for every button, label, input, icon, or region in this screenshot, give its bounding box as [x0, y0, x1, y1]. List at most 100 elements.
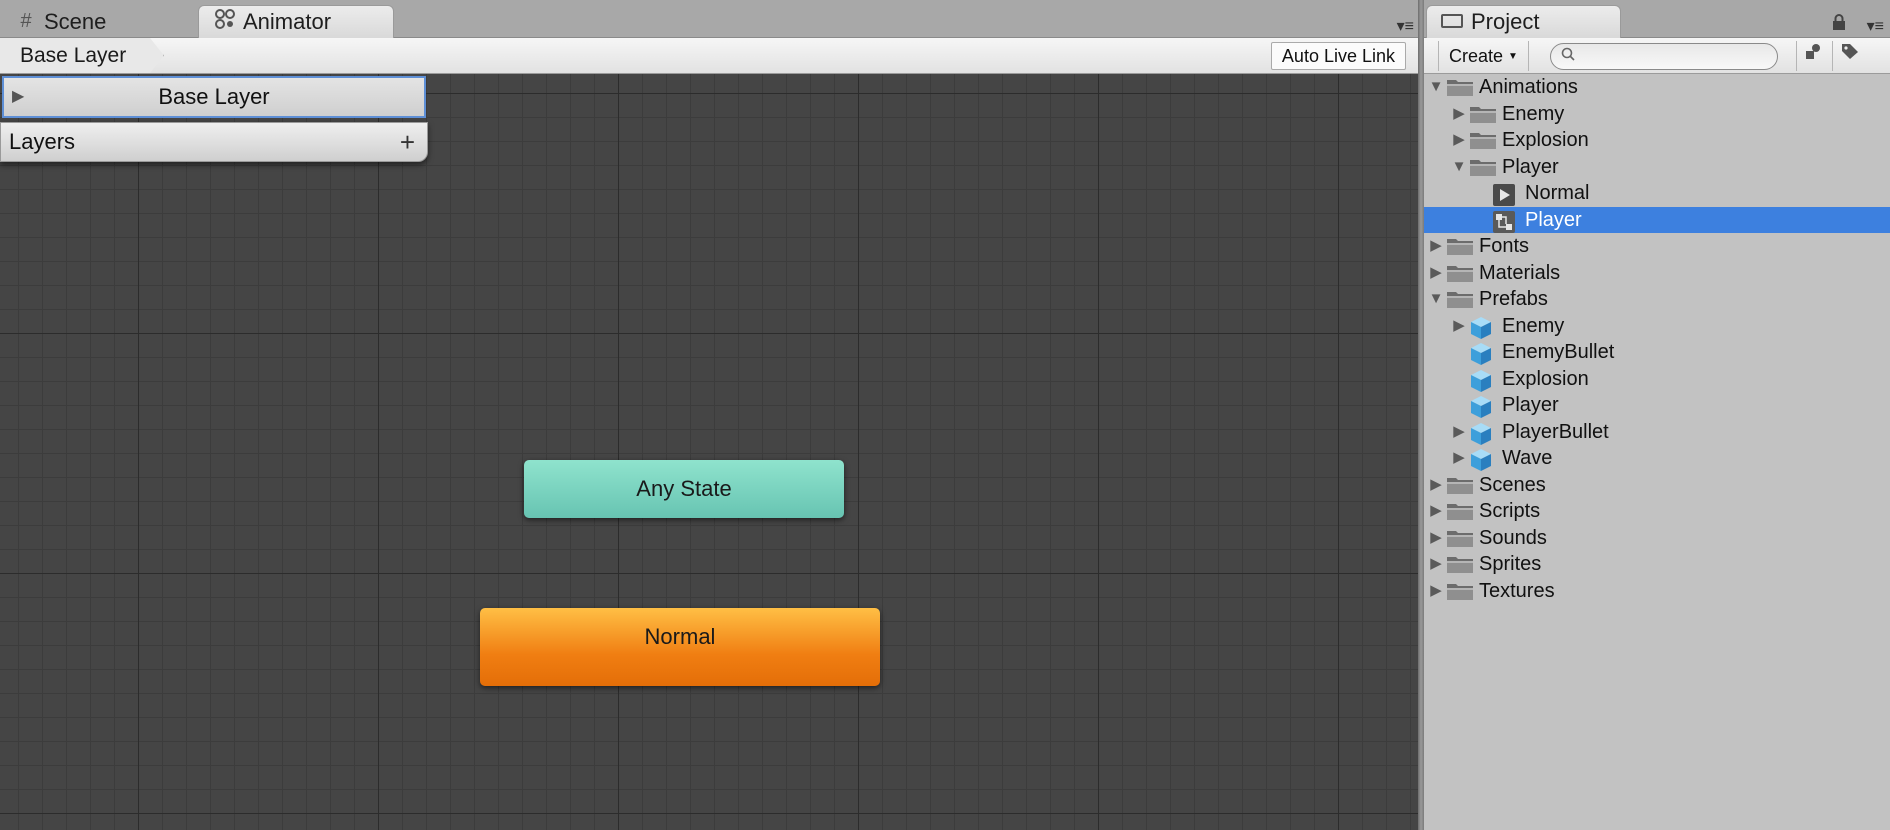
animation-clip-icon [1492, 183, 1520, 206]
collapsed-triangle-icon[interactable]: ▶ [1428, 578, 1444, 605]
tree-item-label: Player [1502, 394, 1559, 416]
search-input[interactable] [1550, 43, 1778, 70]
tree-item-label: Wave [1502, 447, 1553, 469]
lock-icon[interactable] [1832, 14, 1846, 35]
collapsed-triangle-icon[interactable]: ▶ [1451, 313, 1467, 340]
collapsed-triangle-icon[interactable]: ▶ [1428, 233, 1444, 260]
tree-item-enemybullet[interactable]: EnemyBullet [1424, 339, 1890, 366]
tree-item-label: Normal [1525, 182, 1590, 204]
filter-by-type-icon[interactable] [1796, 41, 1830, 71]
tab-scene-label: Scene [44, 8, 107, 34]
layers-header-label: Layers [9, 129, 76, 154]
tree-item-label: Sounds [1479, 526, 1547, 549]
folder-icon [1446, 528, 1474, 548]
tree-item-label: Materials [1479, 261, 1561, 284]
unity-editor: # Scene Animator ▾≡ Base Layer Auto Live… [0, 0, 1890, 830]
folder-icon [1446, 77, 1474, 97]
tree-item-wave[interactable]: ▶ Wave [1424, 445, 1890, 472]
expanded-triangle-icon[interactable]: ▼ [1428, 74, 1444, 101]
collapsed-triangle-icon[interactable]: ▶ [1428, 472, 1444, 499]
tree-item-player[interactable]: ▼ Player [1424, 154, 1890, 181]
tree-item-label: Fonts [1479, 235, 1530, 257]
state-normal[interactable]: Normal [480, 608, 880, 686]
folder-icon [1441, 14, 1463, 28]
add-layer-button[interactable]: + [400, 123, 415, 161]
animator-window: # Scene Animator ▾≡ Base Layer Auto Live… [0, 0, 1420, 830]
tree-item-playerbullet[interactable]: ▶ PlayerBullet [1424, 419, 1890, 446]
folder-icon [1446, 581, 1474, 601]
tree-item-explosion[interactable]: ▶ Explosion [1424, 127, 1890, 154]
tree-item-label: Enemy [1502, 314, 1565, 337]
tree-item-label: PlayerBullet [1502, 420, 1609, 443]
tree-item-label: Scenes [1479, 473, 1546, 496]
tree-item-textures[interactable]: ▶ Textures [1424, 578, 1890, 605]
folder-icon [1446, 289, 1474, 309]
tree-item-normal[interactable]: Normal [1424, 180, 1890, 207]
tree-item-materials[interactable]: ▶ Materials [1424, 260, 1890, 287]
grid-icon: # [20, 10, 32, 32]
folder-icon [1446, 554, 1474, 574]
layer-item-base-layer[interactable]: ▶ Base Layer [2, 76, 426, 118]
auto-live-link-button[interactable]: Auto Live Link [1270, 42, 1406, 70]
expanded-triangle-icon[interactable]: ▼ [1428, 286, 1444, 313]
tree-item-label: Textures [1479, 579, 1555, 602]
animator-tab-bar: # Scene Animator ▾≡ [0, 0, 1420, 38]
tree-item-label: Enemy [1502, 102, 1565, 125]
tree-item-label: Scripts [1479, 500, 1541, 522]
breadcrumb[interactable]: Base Layer [0, 38, 164, 73]
state-label: Any State [636, 476, 732, 501]
tab-animator-label: Animator [243, 9, 332, 34]
collapsed-triangle-icon[interactable]: ▶ [1428, 551, 1444, 578]
collapsed-triangle-icon[interactable]: ▶ [1428, 525, 1444, 552]
tab-project[interactable]: Project [1426, 5, 1621, 38]
collapsed-triangle-icon[interactable]: ▶ [1451, 101, 1467, 128]
animator-toolbar: Base Layer Auto Live Link [0, 38, 1420, 74]
collapsed-triangle-icon[interactable]: ▶ [1451, 127, 1467, 154]
tree-item-scripts[interactable]: ▶ Scripts [1424, 498, 1890, 525]
project-window-menu-icon[interactable]: ▾≡ [1867, 16, 1884, 36]
tree-item-scenes[interactable]: ▶ Scenes [1424, 472, 1890, 499]
tree-item-label: Sprites [1479, 553, 1542, 575]
animator-window-menu-icon[interactable]: ▾≡ [1397, 16, 1414, 36]
expand-triangle-icon[interactable]: ▶ [12, 78, 24, 116]
folder-icon [1446, 475, 1474, 495]
layers-panel: ▶ Base Layer Layers + [0, 74, 428, 164]
project-tab-bar: Project ▾≡ [1424, 0, 1890, 38]
tree-item-prefabs[interactable]: ▼ Prefabs [1424, 286, 1890, 313]
tree-item-explosion[interactable]: Explosion [1424, 366, 1890, 393]
state-any-state[interactable]: Any State [524, 460, 844, 518]
prefab-cube-icon [1469, 316, 1497, 339]
chevron-down-icon: ▼ [1508, 51, 1518, 63]
folder-icon [1446, 501, 1474, 521]
folder-icon [1469, 157, 1497, 177]
tree-item-label: Explosion [1502, 129, 1589, 151]
tree-item-sprites[interactable]: ▶ Sprites [1424, 551, 1890, 578]
tree-item-label: Player [1525, 208, 1582, 231]
tree-item-sounds[interactable]: ▶ Sounds [1424, 525, 1890, 552]
prefab-cube-icon [1469, 395, 1497, 418]
tab-scene[interactable]: # Scene [0, 5, 190, 38]
tree-item-enemy[interactable]: ▶ Enemy [1424, 313, 1890, 340]
tree-item-animations[interactable]: ▼ Animations [1424, 74, 1890, 101]
prefab-cube-icon [1469, 369, 1497, 392]
tree-item-label: Prefabs [1479, 288, 1548, 310]
prefab-cube-icon [1469, 342, 1497, 365]
collapsed-triangle-icon[interactable]: ▶ [1451, 419, 1467, 446]
animator-graph-canvas[interactable] [0, 74, 1418, 830]
filter-by-label-icon[interactable] [1832, 41, 1866, 71]
prefab-cube-icon [1469, 422, 1497, 445]
tree-item-player[interactable]: Player [1424, 392, 1890, 419]
folder-icon [1446, 236, 1474, 256]
collapsed-triangle-icon[interactable]: ▶ [1428, 260, 1444, 287]
tree-item-enemy[interactable]: ▶ Enemy [1424, 101, 1890, 128]
layers-header: Layers + [0, 122, 428, 162]
collapsed-triangle-icon[interactable]: ▶ [1451, 445, 1467, 472]
tree-item-fonts[interactable]: ▶ Fonts [1424, 233, 1890, 260]
tree-item-player[interactable]: Player [1424, 206, 1890, 233]
collapsed-triangle-icon[interactable]: ▶ [1428, 498, 1444, 525]
create-dropdown[interactable]: Create ▼ [1438, 41, 1529, 71]
tab-animator[interactable]: Animator [198, 5, 394, 38]
layer-item-label: Base Layer [158, 84, 270, 109]
expanded-triangle-icon[interactable]: ▼ [1451, 154, 1467, 181]
folder-icon [1446, 263, 1474, 283]
